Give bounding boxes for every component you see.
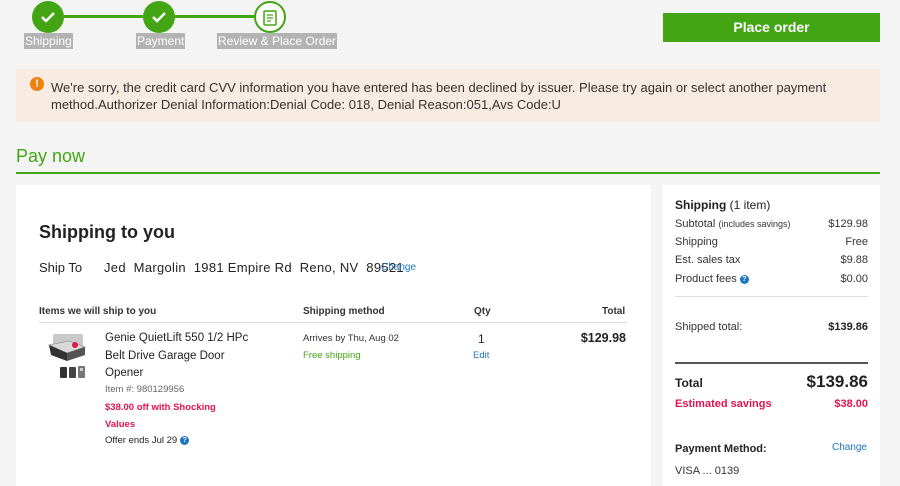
- error-alert: ! We're sorry, the credit card CVV infor…: [16, 69, 880, 122]
- payment-method-label: Payment Method:: [675, 443, 767, 455]
- shipping-title: Shipping to you: [39, 222, 175, 242]
- step-connector: [175, 15, 254, 18]
- offer-ends-text: Offer ends Jul 29: [105, 435, 178, 446]
- shipped-total-label: Shipped total:: [675, 321, 743, 333]
- product-image[interactable]: [43, 331, 91, 381]
- tax-label: Est. sales tax: [675, 254, 741, 266]
- order-summary: Shipping (1 item) Subtotal (includes sav…: [663, 185, 880, 486]
- total-value: $139.86: [806, 372, 868, 391]
- payment-method-value: VISA ... 0139: [675, 465, 740, 477]
- summary-title: Shipping (1 item): [675, 198, 770, 212]
- fees-value: $0.00: [840, 273, 868, 285]
- offer-ends: Offer ends Jul 29?: [105, 435, 190, 446]
- shipping-value: Free: [845, 236, 868, 248]
- tax-value: $9.88: [840, 254, 868, 266]
- step-label-review: Review & Place Order: [217, 33, 338, 49]
- alert-message: We're sorry, the credit card CVV informa…: [51, 80, 827, 112]
- column-header-items: Items we will ship to you: [39, 306, 157, 317]
- table-header-divider: [39, 322, 627, 323]
- title-divider: [16, 172, 880, 174]
- arrival-date: Arrives by Thu, Aug 02: [303, 333, 399, 344]
- item-number: Item #: 980129956: [105, 384, 185, 395]
- alert-icon: !: [30, 77, 44, 91]
- column-header-shipping-method: Shipping method: [303, 306, 385, 317]
- step-shipping-check-icon: [32, 1, 64, 33]
- checkout-stepper: Shipping Payment Review & Place Order: [24, 0, 338, 50]
- line-total: $129.98: [580, 331, 626, 345]
- subtotal-row: Subtotal (includes savings) $129.98: [675, 218, 868, 232]
- change-payment-link[interactable]: Change: [832, 442, 867, 453]
- info-icon[interactable]: ?: [180, 436, 190, 445]
- shipped-total-row: Shipped total: $139.86: [675, 321, 868, 335]
- shipping-card: Shipping to you Ship To Jed Margolin 198…: [16, 185, 651, 486]
- summary-divider: [675, 296, 868, 297]
- shipped-total-value: $139.86: [828, 321, 868, 333]
- step-label-shipping[interactable]: Shipping: [24, 33, 73, 49]
- edit-quantity-link[interactable]: Edit: [473, 350, 489, 361]
- total-label: Total: [675, 376, 703, 390]
- shipping-row: Shipping Free: [675, 236, 868, 250]
- step-payment-check-icon: [143, 1, 175, 33]
- column-header-total: Total: [602, 306, 626, 317]
- column-header-qty: Qty: [474, 306, 491, 317]
- review-document-icon: [254, 1, 286, 33]
- ship-to-address: Jed Margolin 1981 Empire Rd Reno, NV 895…: [104, 260, 404, 275]
- step-label-payment[interactable]: Payment: [136, 33, 186, 49]
- summary-title-text: Shipping: [675, 198, 727, 212]
- fees-row: Product fees? $0.00: [675, 273, 868, 287]
- subtotal-label: Subtotal: [675, 218, 716, 230]
- subtotal-value: $129.98: [828, 218, 868, 230]
- tax-row: Est. sales tax $9.88: [675, 254, 868, 268]
- subtotal-note: (includes savings): [718, 219, 791, 229]
- promo-text: $38.00 off with Shocking Values: [105, 402, 216, 430]
- shipping-label: Shipping: [675, 236, 718, 248]
- page-title: Pay now: [16, 146, 86, 166]
- summary-item-count: (1 item): [729, 198, 771, 212]
- quantity-value: 1: [478, 332, 485, 346]
- free-shipping-label: Free shipping: [303, 350, 361, 361]
- fees-label: Product fees: [675, 273, 737, 285]
- place-order-button[interactable]: Place order: [663, 13, 880, 42]
- product-name-link[interactable]: Genie QuietLift 550 1/2 HPc Belt Drive G…: [105, 330, 255, 383]
- savings-value: $38.00: [834, 398, 868, 410]
- savings-row: Estimated savings $38.00: [675, 398, 868, 410]
- step-connector: [64, 15, 143, 18]
- total-divider: [675, 362, 868, 364]
- ship-to-label: Ship To: [39, 260, 83, 275]
- info-icon[interactable]: ?: [739, 275, 749, 284]
- change-address-link[interactable]: Change: [381, 262, 416, 273]
- savings-label: Estimated savings: [675, 398, 772, 410]
